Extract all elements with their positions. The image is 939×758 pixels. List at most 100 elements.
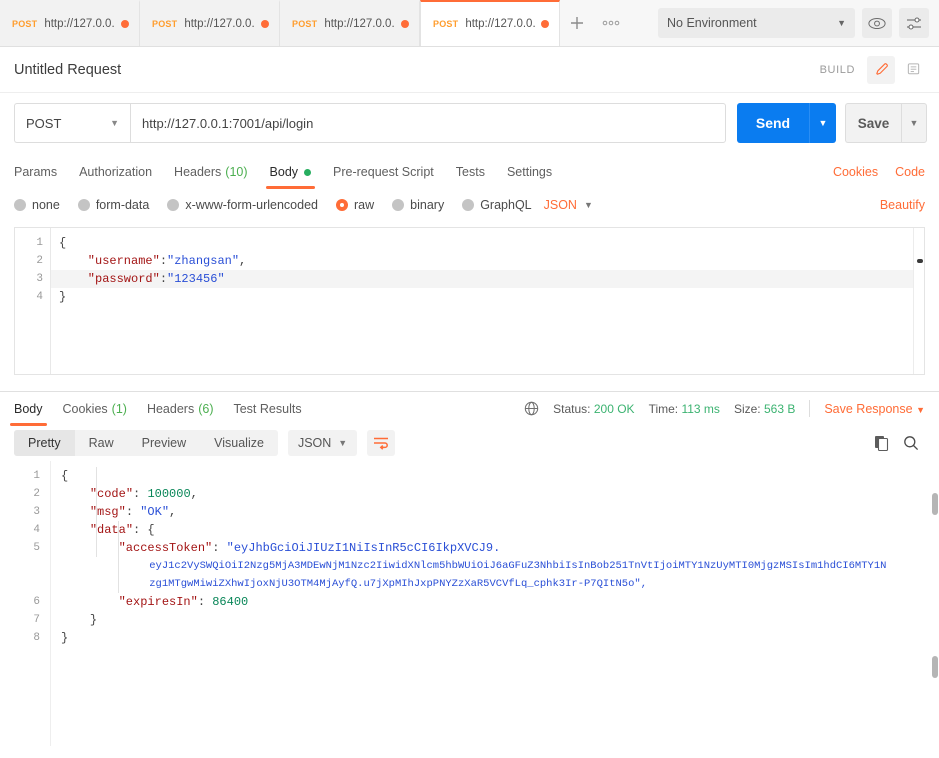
response-tab-headers[interactable]: Headers (6) [147,392,214,426]
request-tab-url: http://127.0.0... [44,18,115,30]
code-token: "expiresIn" [118,595,198,609]
response-code-area[interactable]: { "code": 100000, "msg": "OK", "data": {… [50,461,939,746]
request-url-input[interactable] [130,103,726,143]
response-tab-cookies[interactable]: Cookies (1) [63,392,127,426]
request-editor-scrollbar[interactable] [913,228,924,374]
new-tab-button[interactable] [560,0,594,46]
page-title: Untitled Request [14,61,122,78]
code-link[interactable]: Code [895,165,925,179]
comments-button[interactable] [899,56,927,84]
send-options-button[interactable]: ▼ [809,103,836,143]
save-response-button[interactable]: Save Response ▼ [824,402,925,416]
tab-label: Headers [174,165,222,179]
save-options-button[interactable]: ▼ [901,103,927,143]
body-type-graphql[interactable]: GraphQL [462,198,532,212]
view-preview[interactable]: Preview [128,430,200,456]
network-globe-button[interactable] [524,401,539,416]
meta-divider [809,400,811,417]
beautify-button[interactable]: Beautify [880,198,925,212]
response-toolbar: Pretty Raw Preview Visualize JSON ▼ [0,425,939,461]
environment-quick-look-button[interactable] [862,8,892,38]
body-type-label: form-data [95,198,150,212]
response-format-selector[interactable]: JSON ▼ [287,430,358,456]
line-number: 1 [33,470,40,482]
scrollbar-thumb-lower[interactable] [932,656,938,678]
chevron-down-icon: ▼ [916,404,925,415]
request-tab-url: http://127.0.0... [465,18,535,30]
environment-settings-button[interactable] [899,8,929,38]
scrollbar-thumb[interactable] [917,259,923,263]
tab-authorization[interactable]: Authorization [79,155,152,189]
response-tab-body[interactable]: Body [10,392,46,426]
code-token: zg1MTgwMiwiZXhwIjoxNjU3OTM4MjAyfQ.u7jXpM… [149,578,647,590]
body-present-icon [304,168,312,176]
time-label: Time: 113 ms [649,402,720,416]
wrap-lines-button[interactable] [367,430,396,456]
tab-label: Body [14,401,43,416]
size-label: Size: 563 B [734,402,795,416]
beautify-wrap: Beautify [880,198,925,212]
line-number: 6 [33,596,40,608]
chevron-down-icon: ▼ [583,200,593,210]
send-button[interactable]: Send [737,103,809,143]
response-view-switcher: Pretty Raw Preview Visualize [14,430,278,456]
request-tab[interactable]: POST http://127.0.0... [0,0,140,46]
radio-icon [77,199,90,211]
request-editor-gutter: 1 2 3 4 [15,228,51,374]
request-tab[interactable]: POST http://127.0.0... [140,0,280,46]
body-type-raw[interactable]: raw [336,198,374,212]
size-value: 563 B [763,401,796,416]
body-format-label: JSON [543,198,577,212]
copy-response-button[interactable] [874,435,889,451]
body-type-none[interactable]: none [14,198,60,212]
tab-options-button[interactable] [594,0,628,46]
request-title-bar: Untitled Request BUILD [0,47,939,93]
view-visualize[interactable]: Visualize [200,430,278,456]
line-number: 1 [36,237,43,249]
status-label: Status: 200 OK [553,402,634,416]
save-button[interactable]: Save [845,103,901,143]
tab-headers[interactable]: Headers (10) [174,155,247,189]
status-value: 200 OK [593,401,635,416]
http-method-selector[interactable]: POST ▼ [14,103,130,143]
body-format-selector[interactable]: JSON ▼ [544,198,593,212]
tab-params[interactable]: Params [14,155,57,189]
request-tab[interactable]: POST http://127.0.0... [280,0,420,46]
request-tab-url: http://127.0.0... [324,18,395,30]
sliders-icon [906,16,921,30]
time-text: Time: [648,401,679,416]
body-type-form-data[interactable]: form-data [77,198,150,212]
tab-pre-request-script[interactable]: Pre-request Script [333,155,434,189]
request-body-editor[interactable]: 1 2 3 4 { "username":"zhangsan", "passwo… [14,227,925,375]
view-pretty[interactable]: Pretty [14,430,75,456]
edit-request-button[interactable] [867,55,895,84]
eye-icon [868,17,886,29]
tab-tests[interactable]: Tests [456,155,485,189]
code-line-wrapped: eyJ1c2VySWQiOiI2Nzg5MjA3MDEwNjM1Nzc2Iiwi… [51,557,939,575]
response-tab-test-results[interactable]: Test Results [233,392,301,426]
code-line: "username":"zhangsan", [59,254,247,268]
response-scrollbar[interactable] [928,461,939,746]
pencil-icon [875,63,888,75]
unsaved-indicator-icon [401,20,409,28]
http-method-label: POST [26,115,62,131]
environment-selector[interactable]: No Environment ▼ [658,8,855,38]
search-response-button[interactable] [903,435,919,451]
scrollbar-thumb[interactable] [932,493,938,515]
ellipsis-icon [602,20,620,26]
copy-icon [875,436,889,451]
tab-settings[interactable]: Settings [507,155,552,189]
request-tab-active[interactable]: POST http://127.0.0... [420,0,560,46]
view-raw[interactable]: Raw [75,430,128,456]
tab-label: Params [14,165,58,179]
body-type-urlencoded[interactable]: x-www-form-urlencoded [167,198,318,212]
request-code-area[interactable]: { "username":"zhangsan", "password":"123… [51,228,924,374]
line-number: 3 [36,273,43,285]
url-bar: POST ▼ Send ▼ Save ▼ [0,93,939,155]
body-type-binary[interactable]: binary [392,198,444,212]
tab-body[interactable]: Body [265,155,315,189]
cookies-link[interactable]: Cookies [833,165,878,179]
line-number: 4 [36,291,43,303]
code-token: "eyJhbGciOiJIUzI1NiIsInR5cCI6IkpXVCJ9. [226,541,501,555]
response-body-viewer[interactable]: 1 2 3 4 5 6 7 8 { "code": 100000, "msg":… [0,461,939,746]
